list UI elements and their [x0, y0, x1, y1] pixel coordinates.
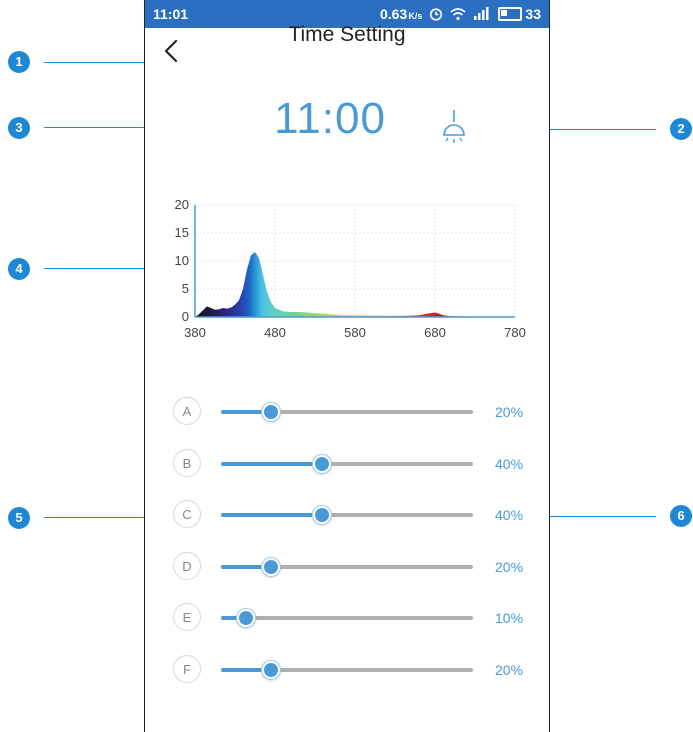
channel-slider-thumb[interactable]: [312, 506, 331, 524]
callout-badge-2: 2: [670, 118, 692, 140]
x-tick-label: 780: [504, 325, 526, 340]
channel-slider-thumb[interactable]: [262, 660, 281, 679]
channel-slider-track[interactable]: [221, 403, 473, 421]
channel-label: F: [173, 654, 201, 683]
channel-percent: 10%: [495, 610, 524, 626]
x-tick-label: 380: [184, 325, 206, 340]
network-speed: 0.63 K/s: [379, 6, 423, 22]
ceiling-lamp-icon[interactable]: [441, 108, 467, 148]
alarm-icon: [430, 8, 443, 21]
channel-slider-track[interactable]: [221, 609, 473, 627]
channel-row-c: C 40%: [173, 500, 543, 530]
channel-label: E: [173, 603, 201, 631]
channel-label: C: [173, 500, 201, 528]
signal-icon: [474, 7, 489, 20]
channel-slider-thumb[interactable]: [312, 454, 331, 473]
channel-label: A: [173, 397, 201, 425]
x-tick-label: 680: [424, 325, 446, 340]
battery-icon: [498, 7, 523, 21]
y-tick-label: 15: [175, 225, 189, 240]
callout-badge-3: 3: [8, 117, 30, 139]
callout-badge-5: 5: [8, 507, 30, 529]
channel-percent: 20%: [495, 404, 524, 420]
channel-slider-fill: [221, 461, 322, 466]
channel-slider-track[interactable]: [221, 660, 473, 679]
spectrum-chart: 380 480 580 680 780 0 5 10 15 20: [175, 197, 526, 340]
channel-label: D: [173, 551, 201, 580]
channel-slider-track[interactable]: [221, 454, 473, 473]
channel-percent: 40%: [495, 455, 524, 472]
channel-slider-thumb[interactable]: [237, 609, 256, 627]
y-tick-label: 0: [182, 309, 189, 324]
channel-row-a: A 20%: [173, 397, 543, 427]
status-time: 11:01: [153, 6, 189, 22]
channel-percent: 40%: [495, 507, 524, 523]
channel-slider-track[interactable]: [221, 557, 473, 576]
callout-badge-1: 1: [8, 51, 30, 73]
channel-percent: 20%: [495, 661, 524, 678]
clock-time[interactable]: 11:00: [145, 94, 549, 144]
y-tick-label: 5: [182, 281, 189, 296]
channel-percent: 20%: [495, 558, 524, 575]
y-tick-label: 10: [175, 253, 189, 268]
callout-line-6: [538, 516, 656, 517]
callout-badge-6: 6: [670, 505, 692, 527]
phone-screen: 11:01 0.63 K/s 33 Time Setting 11:00 380…: [144, 0, 550, 732]
callout-badge-4: 4: [8, 258, 30, 280]
status-icons: 0.63 K/s 33: [380, 6, 541, 22]
channel-row-d: D 20%: [173, 551, 543, 582]
callout-line-1: [44, 62, 152, 63]
channel-slider-thumb[interactable]: [262, 557, 281, 576]
battery-indicator: 33: [498, 6, 541, 22]
channel-slider-track[interactable]: [221, 506, 473, 524]
y-tick-label: 20: [175, 197, 189, 212]
channel-slider-thumb[interactable]: [262, 403, 281, 421]
channel-row-e: E 10%: [173, 603, 543, 633]
page-title: Time Setting: [288, 23, 406, 46]
wifi-icon: [450, 8, 466, 21]
channel-slider-fill: [221, 513, 322, 517]
channel-row-b: B 40%: [173, 448, 543, 479]
x-tick-label: 580: [344, 325, 366, 340]
x-tick-label: 480: [264, 325, 286, 340]
channel-label: B: [173, 448, 201, 477]
channel-row-f: F 20%: [173, 654, 543, 685]
